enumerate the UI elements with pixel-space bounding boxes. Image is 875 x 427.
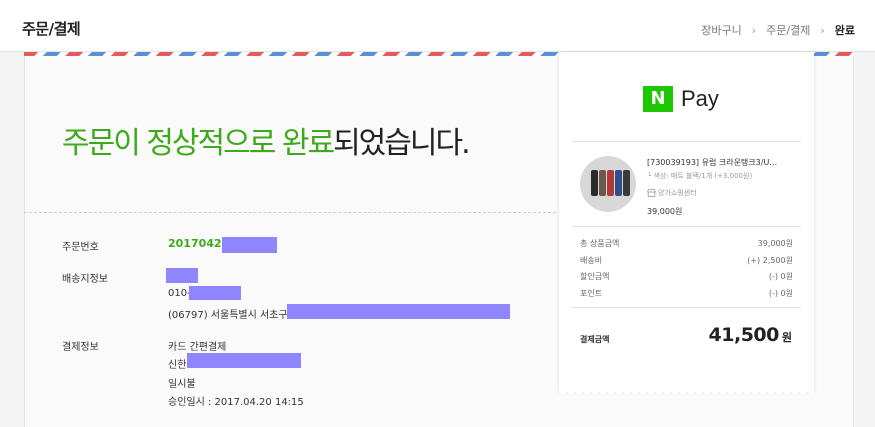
product-store[interactable]: 양가쇼핑센터 [647,188,697,198]
section-divider [24,212,556,213]
shipping-info-label: 배송지정보 [62,274,108,285]
breadcrumb-checkout[interactable]: 주문/결제 [766,22,810,38]
discount-value: (-) 0원 [768,272,793,281]
headline-rest: 되었습니다. [333,126,471,161]
receipt-torn-edge [559,390,814,398]
umbrella-shape [623,170,630,196]
card-prefix: 신한 [168,360,187,371]
breadcrumb-cart[interactable]: 장바구니 [701,22,741,38]
payment-info-label: 결제정보 [62,342,99,353]
page-title: 주문/결제 [22,20,81,38]
installment: 일시불 [168,379,196,390]
umbrella-shape [607,170,614,196]
npay-pay-text: Pay [681,86,719,111]
receipt-divider [572,307,801,308]
breadcrumb: 장바구니 › 주문/결제 › 완료 [701,22,855,38]
receipt-divider [572,141,801,142]
umbrella-shape [599,170,606,196]
discount-label: 할인금액 [580,272,610,281]
total-amount-number: 41,500 [708,324,780,346]
redacted-address [287,304,510,319]
redacted-phone [189,286,241,300]
receipt-divider [572,226,801,227]
npay-logo: N Pay [643,86,719,112]
subtotal-value: 39,000원 [757,239,793,248]
total-amount: 41,500 원 [709,324,792,346]
product-thumbnail[interactable] [580,156,636,212]
product-option: └ 색상: 매트 블랙/1개 (+3,000원) [647,172,753,180]
chevron-right-icon: › [751,23,757,37]
shipping-fee-label: 배송비 [580,256,603,265]
headline-highlight: 주문이 정상적으로 완료 [62,126,335,161]
subtotal-label: 총 상품금액 [580,239,620,248]
order-number-value: 20170420 [168,237,230,250]
points-value: (-) 0원 [768,289,793,298]
order-number-label: 주문번호 [62,242,99,253]
shipping-fee-value: (+) 2,500원 [747,256,793,265]
chevron-right-icon: › [820,23,825,37]
completion-headline: 주문이 정상적으로 완료되었습니다. [62,118,471,162]
approval-datetime: 승인일시 : 2017.04.20 14:15 [168,397,304,408]
top-bar: 주문/결제 장바구니 › 주문/결제 › 완료 [0,0,875,52]
phone-prefix: 010- [168,288,191,299]
total-label: 결제금액 [580,335,610,344]
store-name: 양가쇼핑센터 [658,189,697,197]
redacted-card [187,353,301,368]
address-prefix: (06797) 서울특별시 서초구 [168,310,288,321]
store-icon [647,189,656,197]
total-amount-unit: 원 [781,331,792,344]
npay-n-icon: N [643,86,673,112]
redacted-recipient-name [166,268,198,283]
product-price: 39,000원 [647,207,683,216]
umbrella-shape [591,170,598,196]
product-name[interactable]: [730039193] 유럽 크라운탱크3/U… [647,157,797,168]
breadcrumb-complete: 완료 [834,24,855,37]
payment-method: 카드 간편결제 [168,342,227,353]
points-label: 포인트 [580,289,603,298]
redacted-order-suffix [222,237,277,253]
umbrella-shape [615,170,622,196]
